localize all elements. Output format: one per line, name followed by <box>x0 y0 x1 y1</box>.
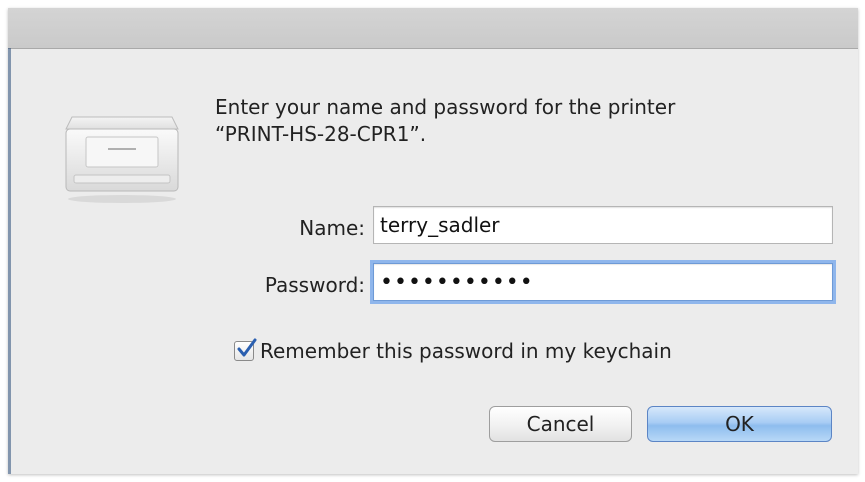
background-window-edge <box>8 48 11 474</box>
checkmark-icon <box>237 338 257 357</box>
remember-label: Remember this password in my keychain <box>260 339 672 363</box>
name-label: Name: <box>299 216 365 240</box>
ok-button[interactable]: OK <box>647 406 832 442</box>
remember-checkbox[interactable] <box>234 338 257 361</box>
password-field[interactable] <box>373 263 833 301</box>
keychain-option[interactable]: Remember this password in my keychain <box>234 336 672 366</box>
message-line: Enter your name and password for the pri… <box>215 95 676 119</box>
printer-name: “PRINT-HS-28-CPR1”. <box>215 122 427 146</box>
printer-icon <box>65 116 179 203</box>
printer-auth-dialog: Enter your name and password for the pri… <box>8 8 858 474</box>
window-titlebar <box>8 8 858 49</box>
name-field[interactable] <box>373 206 833 244</box>
cancel-button[interactable]: Cancel <box>489 406 632 442</box>
password-label: Password: <box>264 273 365 297</box>
dialog-message: Enter your name and password for the pri… <box>215 94 835 148</box>
screen: Enter your name and password for the pri… <box>0 0 865 482</box>
